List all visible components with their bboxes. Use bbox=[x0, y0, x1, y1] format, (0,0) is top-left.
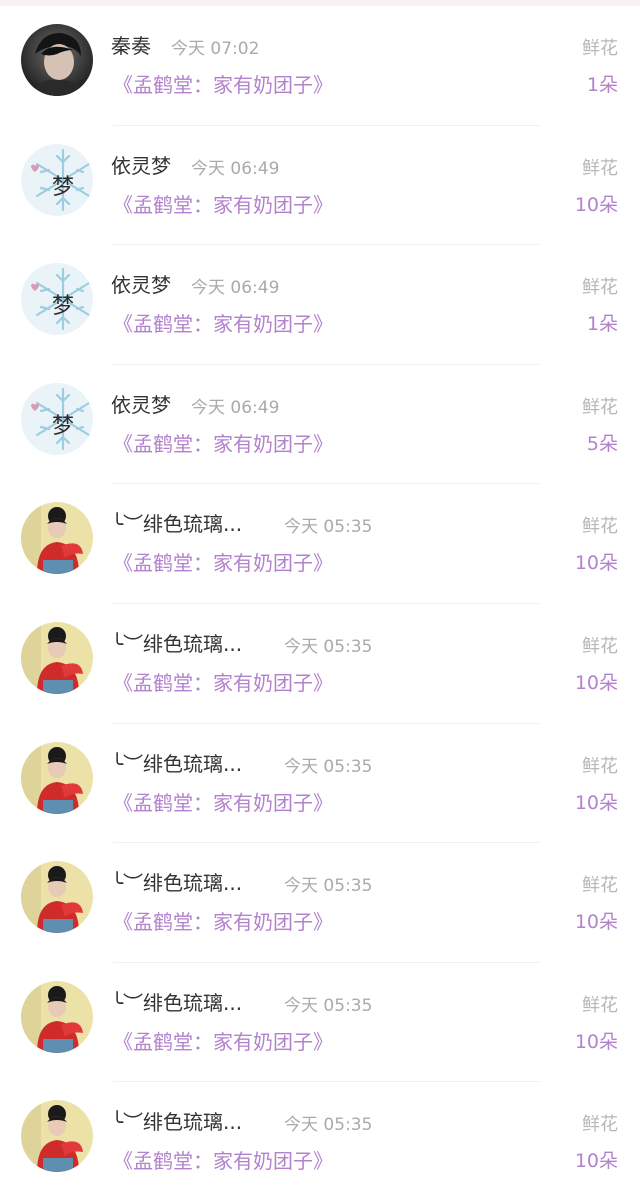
photo-portrait-avatar-image bbox=[21, 24, 93, 96]
avatar[interactable] bbox=[21, 1100, 93, 1173]
user-name[interactable]: 依灵梦 bbox=[111, 389, 171, 418]
timestamp: 今天 06:49 bbox=[191, 397, 280, 418]
user-name[interactable]: ╰︶绯色琉璃... bbox=[111, 508, 242, 537]
timestamp: 今天 05:35 bbox=[284, 876, 373, 897]
timestamp: 今天 05:35 bbox=[284, 1115, 373, 1136]
avatar[interactable] bbox=[21, 24, 93, 96]
list-item[interactable]: 秦奏 今天 07:02 《孟鹤堂：家有奶团子》 鲜花 1朵 bbox=[0, 6, 640, 126]
gift-count: 10朵 bbox=[574, 193, 618, 216]
user-name[interactable]: ╰︶绯色琉璃... bbox=[111, 628, 242, 657]
gift-count: 1朵 bbox=[586, 313, 618, 336]
list-item[interactable]: ╰︶绯色琉璃... 今天 05:35 《孟鹤堂：家有奶团子》 鲜花 10朵 bbox=[0, 1082, 640, 1186]
girl-red-avatar-image bbox=[21, 861, 93, 934]
gift-count: 1朵 bbox=[586, 74, 618, 96]
user-name[interactable]: 依灵梦 bbox=[111, 269, 171, 298]
list-item[interactable]: ╰︶绯色琉璃... 今天 05:35 《孟鹤堂：家有奶团子》 鲜花 10朵 bbox=[0, 484, 640, 604]
book-title-link[interactable]: 《孟鹤堂：家有奶团子》 bbox=[113, 906, 333, 935]
girl-red-avatar-image bbox=[21, 1100, 93, 1173]
girl-red-avatar-image bbox=[21, 741, 93, 814]
book-title-link[interactable]: 《孟鹤堂：家有奶团子》 bbox=[113, 787, 333, 816]
user-name[interactable]: ╰︶绯色琉璃... bbox=[111, 748, 242, 777]
snowflake-meng-avatar-image: 梦 bbox=[21, 382, 93, 455]
book-title-link[interactable]: 《孟鹤堂：家有奶团子》 bbox=[113, 308, 333, 337]
book-title-link[interactable]: 《孟鹤堂：家有奶团子》 bbox=[113, 547, 333, 576]
avatar[interactable]: 梦 bbox=[21, 263, 93, 336]
girl-red-avatar-image bbox=[21, 502, 93, 575]
gift-count: 10朵 bbox=[574, 1150, 618, 1173]
timestamp: 今天 07:02 bbox=[171, 39, 260, 59]
timestamp: 今天 06:49 bbox=[191, 278, 280, 299]
avatar[interactable]: 梦 bbox=[21, 143, 93, 216]
timestamp: 今天 05:35 bbox=[284, 756, 373, 777]
timestamp: 今天 06:49 bbox=[191, 158, 280, 179]
user-name[interactable]: ╰︶绯色琉璃... bbox=[111, 1106, 242, 1135]
avatar[interactable] bbox=[21, 741, 93, 814]
book-title-link[interactable]: 《孟鹤堂：家有奶团子》 bbox=[113, 428, 333, 457]
list-item[interactable]: ╰︶绯色琉璃... 今天 05:35 《孟鹤堂：家有奶团子》 鲜花 10朵 bbox=[0, 963, 640, 1083]
girl-red-avatar-image bbox=[21, 980, 93, 1053]
book-title-link[interactable]: 《孟鹤堂：家有奶团子》 bbox=[113, 667, 333, 696]
gift-type: 鲜花 bbox=[582, 994, 618, 1016]
gift-count: 10朵 bbox=[574, 911, 618, 934]
gift-record-list: 秦奏 今天 07:02 《孟鹤堂：家有奶团子》 鲜花 1朵 梦 依灵梦 今天 0… bbox=[0, 6, 640, 1186]
snowflake-meng-avatar-image: 梦 bbox=[21, 143, 93, 216]
list-item[interactable]: 梦 依灵梦 今天 06:49 《孟鹤堂：家有奶团子》 鲜花 5朵 bbox=[0, 365, 640, 485]
snowflake-meng-avatar-image: 梦 bbox=[21, 263, 93, 336]
gift-type: 鲜花 bbox=[582, 1114, 618, 1136]
gift-type: 鲜花 bbox=[582, 396, 618, 418]
gift-count: 10朵 bbox=[574, 671, 618, 694]
gift-count: 10朵 bbox=[574, 552, 618, 575]
book-title-link[interactable]: 《孟鹤堂：家有奶团子》 bbox=[113, 189, 333, 218]
timestamp: 今天 05:35 bbox=[284, 517, 373, 538]
gift-type: 鲜花 bbox=[582, 277, 618, 299]
avatar[interactable] bbox=[21, 502, 93, 575]
avatar[interactable] bbox=[21, 861, 93, 934]
user-name[interactable]: ╰︶绯色琉璃... bbox=[111, 987, 242, 1016]
svg-text:梦: 梦 bbox=[52, 294, 74, 319]
user-name[interactable]: ╰︶绯色琉璃... bbox=[111, 867, 242, 896]
timestamp: 今天 05:35 bbox=[284, 995, 373, 1016]
list-item[interactable]: 梦 依灵梦 今天 06:49 《孟鹤堂：家有奶团子》 鲜花 1朵 bbox=[0, 245, 640, 365]
gift-type: 鲜花 bbox=[582, 157, 618, 179]
avatar[interactable] bbox=[21, 621, 93, 694]
list-item[interactable]: ╰︶绯色琉璃... 今天 05:35 《孟鹤堂：家有奶团子》 鲜花 10朵 bbox=[0, 843, 640, 963]
book-title-link[interactable]: 《孟鹤堂：家有奶团子》 bbox=[113, 1145, 333, 1174]
user-name[interactable]: 依灵梦 bbox=[111, 150, 171, 179]
gift-count: 10朵 bbox=[574, 1030, 618, 1053]
svg-text:梦: 梦 bbox=[52, 414, 74, 439]
avatar[interactable]: 梦 bbox=[21, 382, 93, 455]
gift-type: 鲜花 bbox=[582, 755, 618, 777]
list-item[interactable]: ╰︶绯色琉璃... 今天 05:35 《孟鹤堂：家有奶团子》 鲜花 10朵 bbox=[0, 604, 640, 724]
gift-type: 鲜花 bbox=[582, 38, 618, 59]
svg-text:梦: 梦 bbox=[52, 175, 74, 200]
list-item[interactable]: ╰︶绯色琉璃... 今天 05:35 《孟鹤堂：家有奶团子》 鲜花 10朵 bbox=[0, 724, 640, 844]
gift-type: 鲜花 bbox=[582, 635, 618, 657]
timestamp: 今天 05:35 bbox=[284, 636, 373, 657]
book-title-link[interactable]: 《孟鹤堂：家有奶团子》 bbox=[113, 69, 333, 98]
gift-type: 鲜花 bbox=[582, 875, 618, 897]
list-item[interactable]: 梦 依灵梦 今天 06:49 《孟鹤堂：家有奶团子》 鲜花 10朵 bbox=[0, 126, 640, 246]
avatar[interactable] bbox=[21, 980, 93, 1053]
book-title-link[interactable]: 《孟鹤堂：家有奶团子》 bbox=[113, 1026, 333, 1055]
gift-count: 5朵 bbox=[586, 432, 618, 455]
girl-red-avatar-image bbox=[21, 621, 93, 694]
user-name[interactable]: 秦奏 bbox=[111, 30, 151, 59]
gift-count: 10朵 bbox=[574, 791, 618, 814]
gift-type: 鲜花 bbox=[582, 516, 618, 538]
